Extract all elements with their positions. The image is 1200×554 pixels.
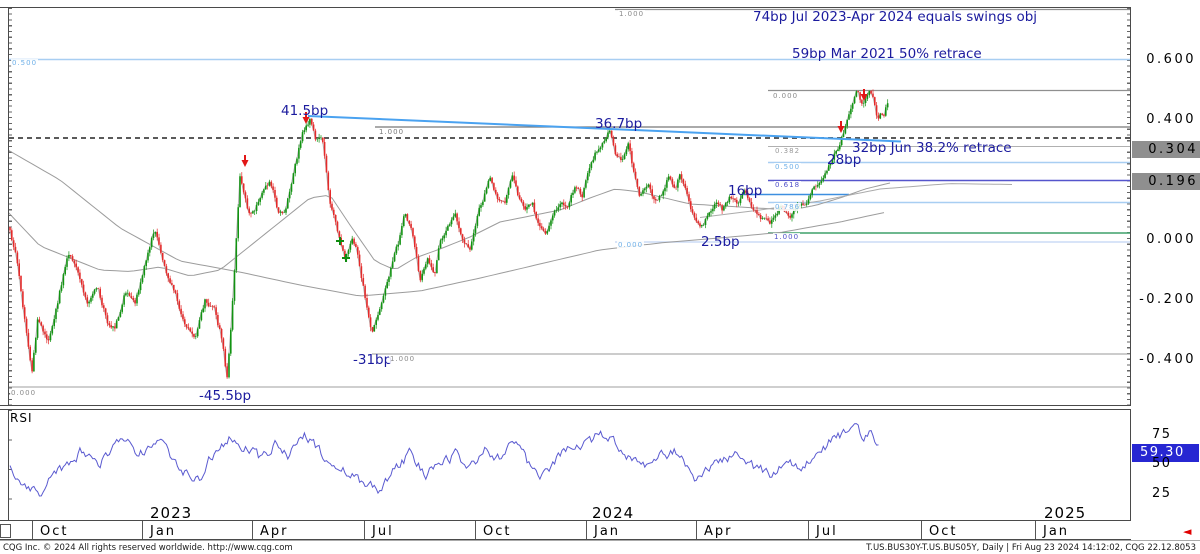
xaxis-month-label: Oct — [929, 524, 957, 539]
sell-arrow-icon — [242, 155, 249, 167]
fib-level-label: 0.000 — [617, 241, 644, 249]
chart-annotation[interactable]: -31bp — [353, 352, 392, 368]
price-axis-label: -0.200 — [1132, 292, 1196, 307]
chart-annotation[interactable]: 32bp Jun 38.2% retrace — [852, 140, 1012, 156]
xaxis-quarter-separator — [364, 521, 365, 539]
scroll-left-arrow-icon[interactable]: ◄ — [1183, 527, 1191, 537]
rsi-axis-label: 50 — [1152, 456, 1172, 471]
xaxis-quarter-separator — [921, 521, 922, 539]
ma-slow-line — [8, 150, 884, 296]
rsi-pane-graphics — [10, 424, 879, 496]
xaxis-quarter-separator — [808, 521, 809, 539]
xaxis-month-label: Oct — [40, 524, 68, 539]
price-axis-label: 0.000 — [1132, 232, 1196, 247]
rsi-axis-label: 25 — [1152, 486, 1172, 501]
symbol-timestamp-text: T.US.BUS30Y-T.US.BUS05Y, Daily | Fri Aug… — [866, 543, 1196, 553]
xaxis-month-label: Apr — [704, 524, 733, 539]
xaxis-month-label: Jan — [150, 524, 176, 539]
xaxis-quarter-separator — [586, 521, 587, 539]
chart-annotation[interactable]: 41.5bp — [281, 103, 328, 119]
rsi-axis-label: 75 — [1152, 427, 1172, 442]
fib-level-label: 0.500 — [11, 59, 38, 67]
main-pane-graphics — [8, 10, 1130, 388]
chart-annotation[interactable]: 74bp Jul 2023-Apr 2024 equals swings obj — [753, 9, 1037, 25]
chart-annotation[interactable]: 28bp — [827, 152, 861, 168]
rsi-pane-title: RSI — [10, 411, 33, 425]
xaxis-year-label: 2025 — [1044, 504, 1086, 522]
xaxis-quarter-separator — [252, 521, 253, 539]
xaxis-month-label: Jan — [594, 524, 620, 539]
fib-level-label: 0.000 — [772, 92, 799, 100]
rsi-line — [10, 424, 879, 496]
main-pane-overlay — [242, 89, 902, 262]
status-bar: CQG Inc. © 2024 All rights reserved worl… — [0, 540, 1200, 554]
chart-annotation[interactable]: 2.5bp — [701, 234, 740, 250]
fib-level-label: 0.382 — [774, 147, 801, 155]
xaxis-quarter-separator — [142, 521, 143, 539]
xaxis-quarter-separator — [696, 521, 697, 539]
fib-level-label: 1.000 — [618, 10, 645, 18]
fib-level-label: 0.000 — [10, 389, 37, 397]
fib-level-label: 1.000 — [389, 355, 416, 363]
copyright-text: CQG Inc. © 2024 All rights reserved worl… — [3, 543, 293, 553]
down-candle-bodies — [10, 91, 884, 378]
fib-level-label: 0.500 — [774, 163, 801, 171]
xaxis-quarter-separator — [1035, 521, 1036, 539]
xaxis-month-label: Apr — [260, 524, 289, 539]
xaxis-year-label: 2024 — [592, 504, 634, 522]
close-connector-line — [10, 91, 888, 378]
price-axis-label: 0.196 — [1132, 173, 1200, 190]
xaxis-month-label: Jul — [372, 524, 394, 539]
chart-canvas[interactable] — [0, 0, 1200, 554]
fib-level-label: 1.000 — [378, 128, 405, 136]
price-axis-label: 0.600 — [1132, 52, 1196, 67]
xaxis-quarter-separator — [32, 521, 33, 539]
price-axis-label: -0.400 — [1132, 352, 1196, 367]
xaxis-quarter-separator — [475, 521, 476, 539]
fib-level-label: 0.786 — [774, 203, 801, 211]
price-axis-label: 0.400 — [1132, 112, 1196, 127]
fib-level-label: 1.000 — [773, 233, 800, 241]
xaxis-month-label: Jul — [816, 524, 838, 539]
price-axis-label: 0.304 — [1132, 141, 1200, 158]
down-candle-wicks — [10, 89, 884, 379]
xaxis-month-label: Jan — [1043, 524, 1069, 539]
chart-annotation[interactable]: 36.7bp — [595, 116, 642, 132]
chart-annotation[interactable]: -45.5bp — [199, 388, 251, 404]
chart-annotation[interactable]: 59bp Mar 2021 50% retrace — [792, 46, 982, 62]
cqg-chart-window: RSI 59.30 CQG Inc. © 2024 All rights res… — [0, 0, 1200, 554]
xaxis-month-label: Oct — [483, 524, 511, 539]
buy-cross-icon — [336, 237, 344, 245]
xaxis-year-label: 2023 — [150, 504, 192, 522]
chart-annotation[interactable]: 16bp — [728, 183, 762, 199]
fib-level-label: 0.618 — [774, 181, 801, 189]
